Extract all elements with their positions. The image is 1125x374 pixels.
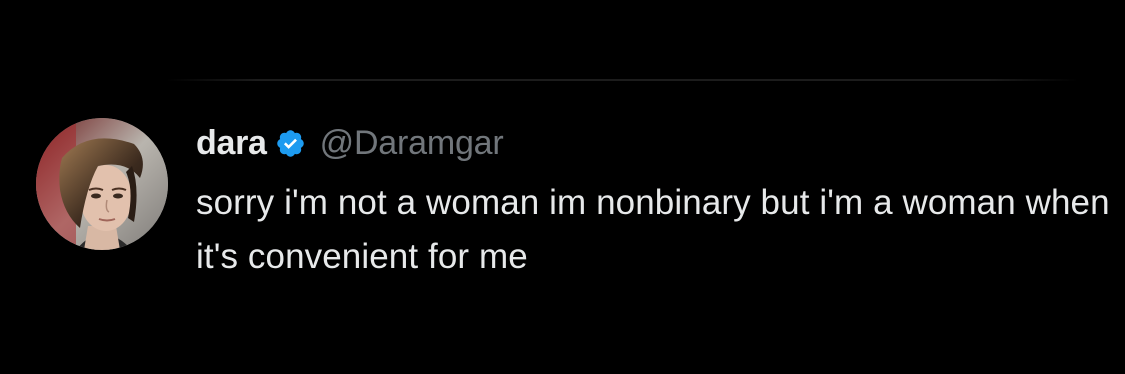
tweet[interactable]: dara @Daramgar sorry i'm not a woman im … [36,118,1110,284]
tweet-body: dara @Daramgar sorry i'm not a woman im … [196,122,1116,284]
tweet-text: sorry i'm not a woman im nonbinary but i… [196,183,1110,276]
avatar[interactable] [36,118,168,250]
display-name[interactable]: dara [196,124,267,163]
top-divider [166,79,1078,81]
user-handle[interactable]: @Daramgar [320,124,504,163]
avatar-image [36,118,168,250]
verified-badge-icon[interactable] [275,128,306,159]
tweet-header: dara @Daramgar [196,122,1116,164]
